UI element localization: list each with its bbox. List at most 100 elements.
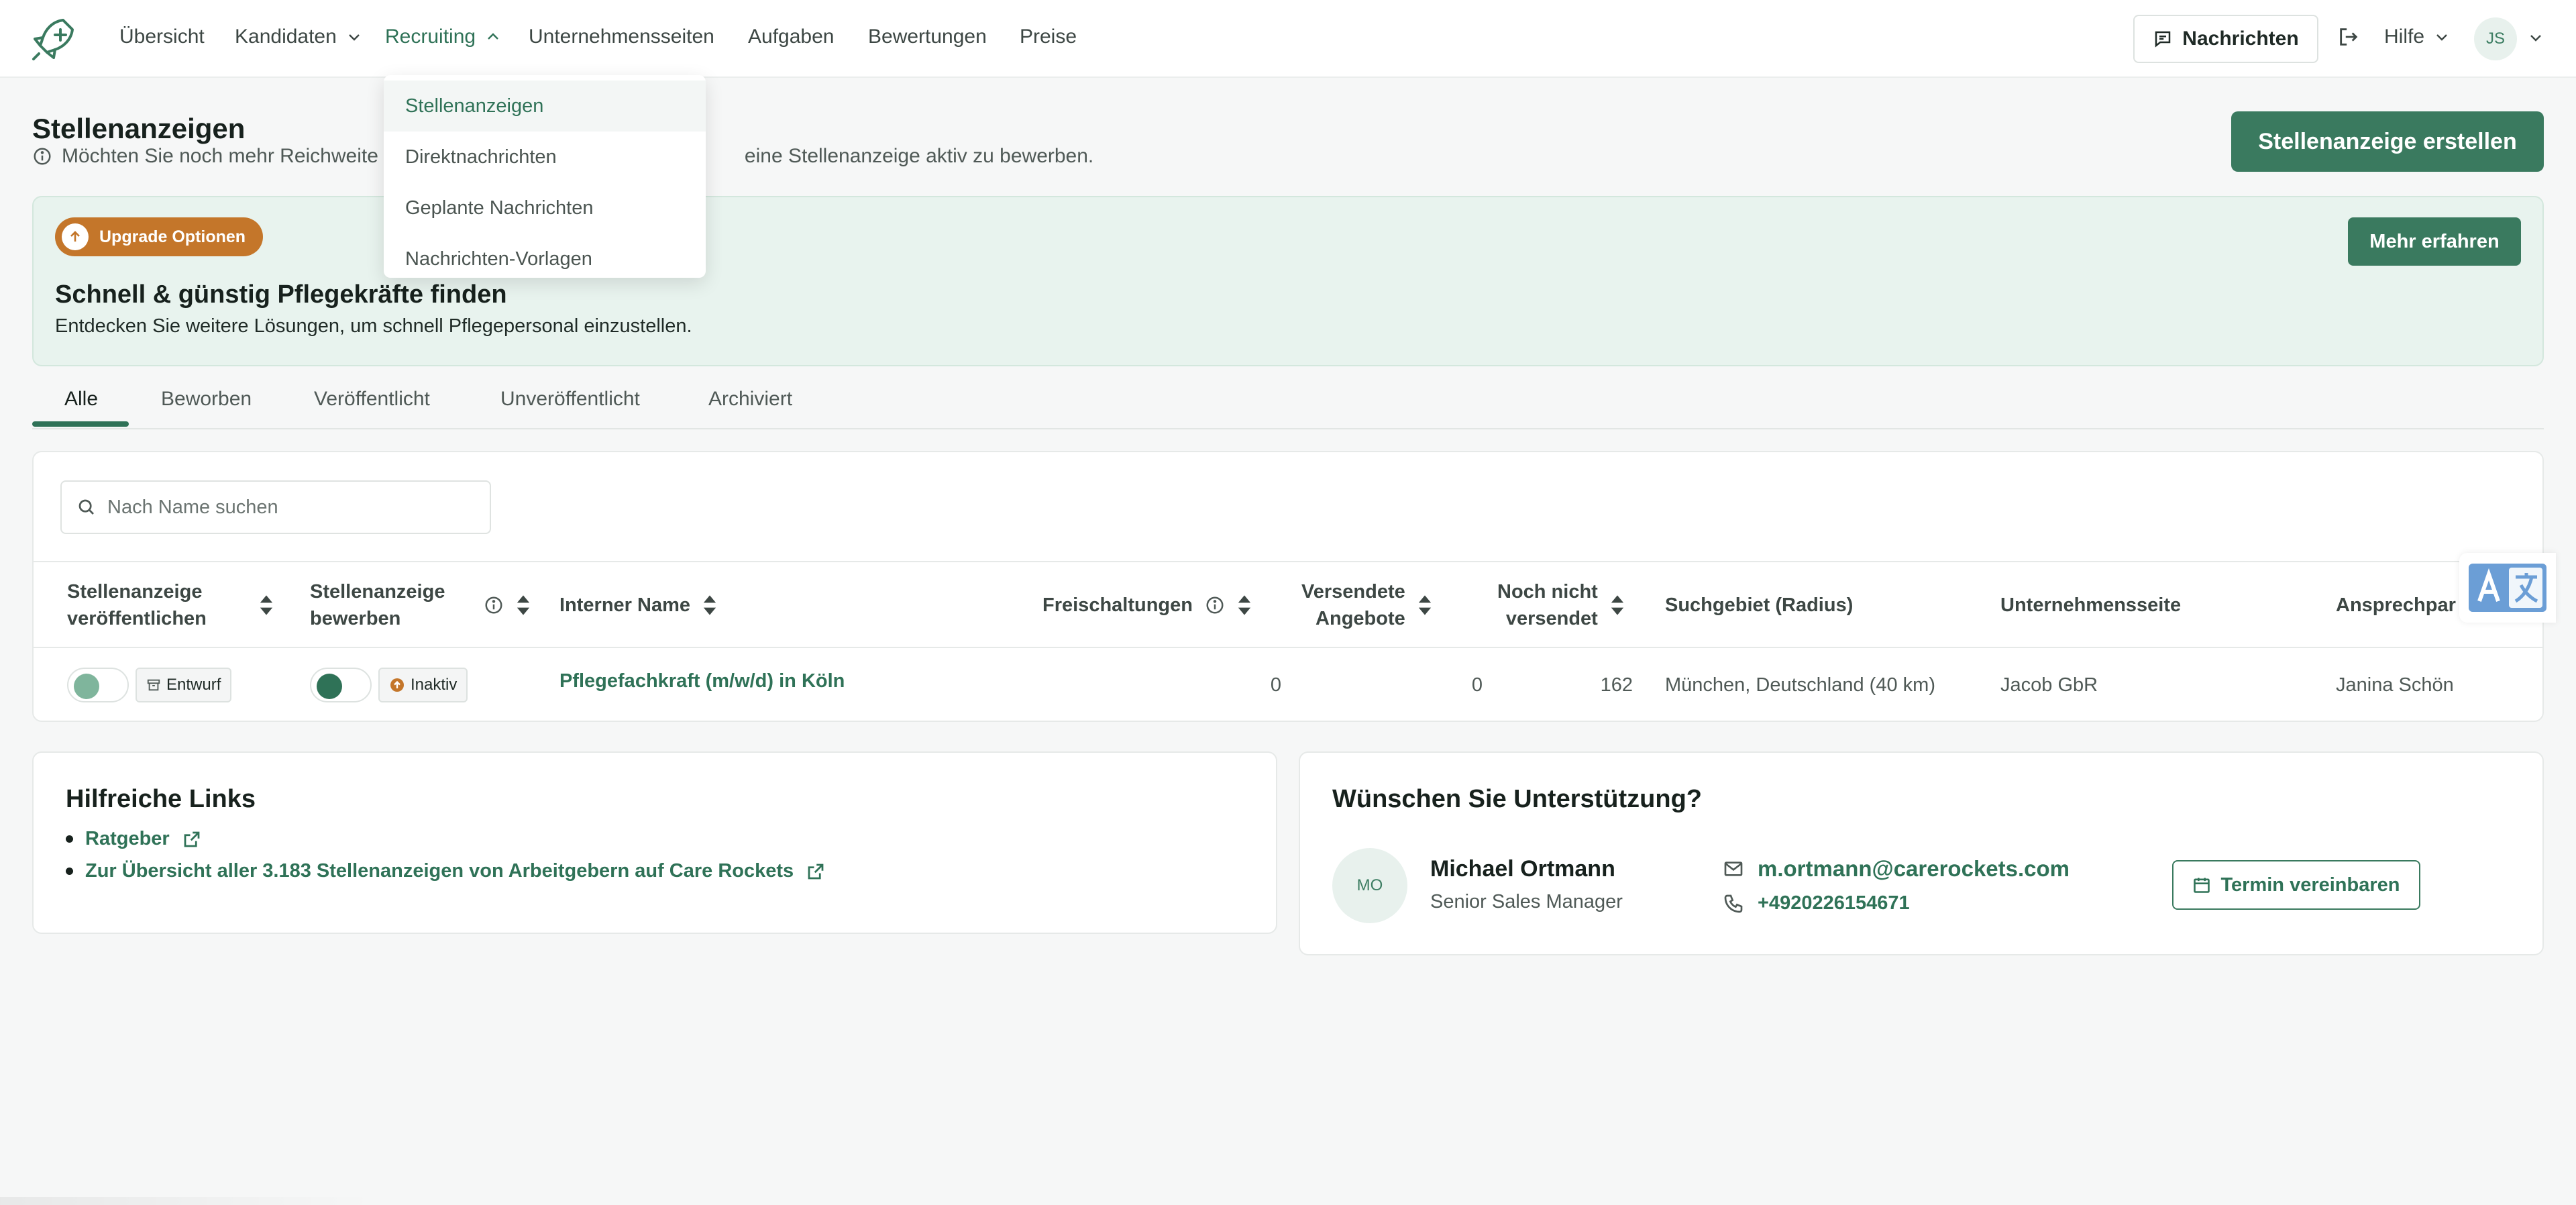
link-guide[interactable]: Ratgeber bbox=[66, 828, 202, 850]
sort-icon[interactable] bbox=[259, 594, 274, 617]
col-unlocks[interactable]: Freischaltungen bbox=[1042, 592, 1252, 619]
avatar: MO bbox=[1332, 848, 1407, 923]
bottom-edge-shadow bbox=[0, 1197, 376, 1205]
col-not-sent[interactable]: Noch nicht versendet bbox=[1497, 578, 1625, 632]
external-link-icon bbox=[184, 831, 200, 847]
col-publish[interactable]: Stellenanzeige veröffentlichen bbox=[67, 578, 274, 632]
tab-promoted[interactable]: Beworben bbox=[161, 388, 252, 411]
banner-title: Schnell & günstig Pflegekräfte finden bbox=[55, 280, 507, 309]
chevron-down-icon bbox=[2530, 35, 2541, 42]
chevron-down-icon bbox=[348, 34, 360, 41]
active-tab-indicator bbox=[32, 421, 129, 427]
upgrade-badge: Upgrade Optionen bbox=[55, 217, 264, 256]
nav-item-overview[interactable]: Übersicht bbox=[119, 25, 205, 48]
arrow-up-icon bbox=[62, 223, 89, 250]
nav-item-company-pages[interactable]: Unternehmensseiten bbox=[529, 25, 714, 48]
arrow-up-icon bbox=[390, 678, 404, 692]
contact-role: Senior Sales Manager bbox=[1430, 891, 1623, 912]
info-icon[interactable] bbox=[484, 595, 504, 615]
tab-unpublished[interactable]: Unveröffentlicht bbox=[500, 388, 640, 411]
job-ads-table-card: Nach Name suchen Stellenanzeige veröffent… bbox=[32, 451, 2544, 722]
search-placeholder: Nach Name suchen bbox=[107, 496, 278, 518]
external-link-icon bbox=[808, 863, 824, 879]
publish-toggle[interactable] bbox=[67, 668, 129, 702]
col-promote[interactable]: Stellenanzeige bewerben bbox=[310, 578, 531, 632]
contact-email[interactable]: m.ortmann@carerockets.com bbox=[1723, 856, 2070, 882]
nav-item-prices[interactable]: Preise bbox=[1020, 25, 1077, 48]
search-input[interactable]: Nach Name suchen bbox=[60, 480, 491, 534]
helpful-links-card: Hilfreiche Links Ratgeber Zur Übersicht … bbox=[32, 751, 1277, 934]
promote-toggle[interactable] bbox=[310, 668, 372, 702]
not-sent-value: 162 bbox=[1600, 674, 1633, 696]
logout-icon bbox=[2340, 28, 2358, 46]
sort-icon[interactable] bbox=[516, 594, 531, 617]
sent-offers-value: 0 bbox=[1471, 674, 1483, 696]
menu-item-scheduled-messages[interactable]: Geplante Nachrichten bbox=[384, 182, 706, 233]
publish-cell: Entwurf bbox=[67, 648, 232, 721]
sort-icon[interactable] bbox=[1237, 594, 1252, 617]
search-icon bbox=[78, 499, 94, 515]
tab-published[interactable]: Veröffentlicht bbox=[314, 388, 430, 411]
tab-archived[interactable]: Archiviert bbox=[708, 388, 792, 411]
job-ad-tabs: Alle Beworben Veröffentlicht Unveröffent… bbox=[32, 380, 2544, 429]
help-menu[interactable]: Hilfe bbox=[2384, 25, 2450, 48]
top-navigation: Übersicht Kandidaten Recruiting Unterneh… bbox=[0, 0, 2576, 78]
nav-item-reviews[interactable]: Bewertungen bbox=[868, 25, 987, 48]
contact-value: Janina Schön bbox=[2336, 674, 2454, 696]
table-header: Stellenanzeige veröffentlichen Stellenanz… bbox=[34, 561, 2542, 648]
col-sent-offers[interactable]: Versendete Angebote bbox=[1301, 578, 1432, 632]
nav-item-candidates[interactable]: Kandidaten bbox=[235, 25, 362, 48]
rocket-logo-icon[interactable] bbox=[30, 15, 78, 63]
col-internal-name[interactable]: Interner Name bbox=[559, 592, 717, 619]
helpful-links-title: Hilfreiche Links bbox=[66, 785, 256, 813]
col-search-area: Suchgebiet (Radius) bbox=[1665, 594, 1854, 616]
mail-icon bbox=[1724, 861, 1743, 876]
table-row[interactable]: Entwurf Inaktiv Pflegefachkraft (m/w/d) … bbox=[34, 648, 2542, 721]
translate-icon[interactable] bbox=[2459, 553, 2556, 623]
messages-button[interactable]: Nachrichten bbox=[2133, 15, 2318, 63]
sort-icon[interactable] bbox=[1610, 594, 1625, 617]
unlocks-value: 0 bbox=[1270, 674, 1281, 696]
draft-badge: Entwurf bbox=[136, 668, 232, 702]
create-job-ad-button[interactable]: Stellenanzeige erstellen bbox=[2231, 111, 2544, 172]
col-company-page: Unternehmensseite bbox=[2000, 594, 2182, 616]
contact-phone[interactable]: +4920226154671 bbox=[1723, 892, 1910, 914]
learn-more-button[interactable]: Mehr erfahren bbox=[2348, 217, 2521, 266]
archive-icon bbox=[147, 679, 160, 691]
inactive-badge: Inaktiv bbox=[378, 668, 468, 702]
support-title: Wünschen Sie Unterstützung? bbox=[1332, 785, 1702, 813]
nav-item-recruiting[interactable]: Recruiting bbox=[385, 25, 501, 48]
contact-name: Michael Ortmann bbox=[1430, 856, 1615, 882]
job-ad-link[interactable]: Pflegefachkraft (m/w/d) in Köln bbox=[559, 644, 845, 718]
reach-info-end: eine Stellenanzeige aktiv zu bewerben. bbox=[744, 145, 1094, 167]
phone-icon bbox=[1724, 894, 1743, 912]
support-card: Wünschen Sie Unterstützung? MO Michael O… bbox=[1299, 751, 2544, 955]
chevron-up-icon bbox=[488, 33, 498, 40]
reach-info-start: Möchten Sie noch mehr Reichweite zu bbox=[62, 145, 405, 167]
company-page-value: Jacob GbR bbox=[2000, 674, 2098, 696]
bullet bbox=[66, 868, 73, 875]
search-area-value: München, Deutschland (40 km) bbox=[1665, 674, 1935, 696]
nav-item-tasks[interactable]: Aufgaben bbox=[748, 25, 834, 48]
sort-icon[interactable] bbox=[1417, 594, 1432, 617]
col-contact: Ansprechpar bbox=[2336, 594, 2456, 616]
recruiting-dropdown: Stellenanzeigen Direktnachrichten Geplan… bbox=[384, 75, 706, 278]
menu-item-job-ads[interactable]: Stellenanzeigen bbox=[384, 81, 706, 132]
banner-subtitle: Entdecken Sie weitere Lösungen, um schne… bbox=[55, 315, 692, 337]
logout-button[interactable] bbox=[2337, 25, 2360, 48]
message-icon bbox=[2155, 31, 2171, 48]
info-icon[interactable] bbox=[1205, 595, 1225, 615]
schedule-appointment-button[interactable]: Termin vereinbaren bbox=[2172, 860, 2420, 910]
chevron-down-icon bbox=[2436, 34, 2447, 41]
tab-all[interactable]: Alle bbox=[64, 388, 98, 411]
menu-item-message-templates[interactable]: Nachrichten-Vorlagen bbox=[384, 233, 706, 284]
bullet bbox=[66, 835, 73, 843]
calendar-icon bbox=[2194, 878, 2210, 893]
user-avatar[interactable]: JS bbox=[2474, 17, 2517, 60]
sort-icon[interactable] bbox=[702, 594, 717, 617]
promote-cell: Inaktiv bbox=[310, 648, 468, 721]
user-menu-chevron[interactable] bbox=[2528, 30, 2544, 46]
menu-item-direct-messages[interactable]: Direktnachrichten bbox=[384, 132, 706, 182]
info-icon bbox=[34, 148, 51, 165]
link-all-job-ads[interactable]: Zur Übersicht aller 3.183 Stellenanzeige… bbox=[66, 860, 826, 882]
